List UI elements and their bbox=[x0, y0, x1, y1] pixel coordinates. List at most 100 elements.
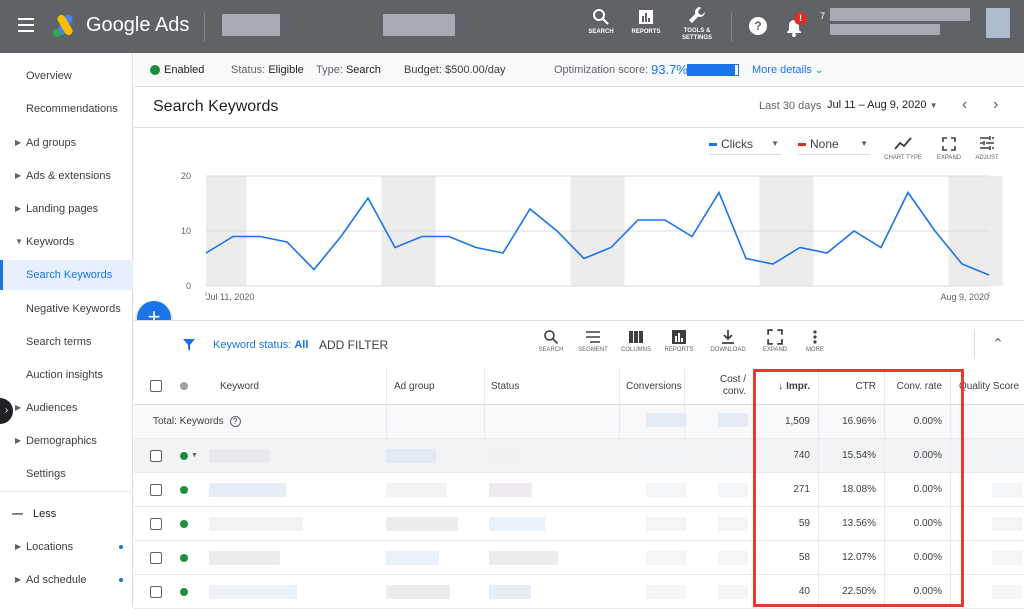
header-conversions[interactable]: Conversions bbox=[626, 368, 686, 404]
notification-badge: ! bbox=[794, 12, 807, 25]
table-row[interactable]: ▼74015.54%0.00% bbox=[134, 439, 1024, 473]
table-row[interactable]: 27118.08%0.00% bbox=[134, 473, 1024, 507]
toolbar-button-label: SEARCH bbox=[538, 347, 563, 353]
row-checkbox[interactable] bbox=[150, 450, 162, 462]
header-quality-score[interactable]: Quality Score bbox=[959, 368, 1024, 404]
search-button[interactable]: SEARCH bbox=[584, 8, 618, 35]
menu-icon[interactable] bbox=[18, 18, 34, 32]
row-checkbox[interactable] bbox=[150, 518, 162, 530]
sidebar-item-locations[interactable]: ▶Locations bbox=[0, 532, 133, 562]
keyword-status-filter[interactable]: Keyword status: All bbox=[213, 339, 308, 351]
row-checkbox[interactable] bbox=[150, 484, 162, 496]
enabled-label[interactable]: Enabled bbox=[164, 64, 204, 76]
date-range-picker[interactable]: Jul 11 – Aug 9, 2020 ▼ bbox=[827, 99, 937, 111]
notifications-button[interactable]: ! bbox=[785, 14, 807, 38]
sidebar-item-ads-extensions[interactable]: ▶Ads & extensions bbox=[0, 161, 133, 191]
sidebar-item-ad-schedule[interactable]: ▶Ad schedule bbox=[0, 565, 133, 595]
keyword-blurred[interactable] bbox=[209, 483, 286, 497]
toolbar-segment-button[interactable]: SEGMENT bbox=[573, 329, 613, 353]
sidebar-item-label: Settings bbox=[26, 468, 66, 480]
filter-icon[interactable] bbox=[182, 338, 196, 352]
toolbar-search-button[interactable]: SEARCH bbox=[531, 329, 571, 353]
type-value: Search bbox=[346, 64, 381, 76]
sidebar-item-label: Landing pages bbox=[26, 203, 98, 215]
ad-group-blurred[interactable] bbox=[386, 551, 439, 565]
caret-down-icon: ▼ bbox=[15, 227, 23, 257]
sidebar-item-demographics[interactable]: ▶Demographics bbox=[0, 426, 133, 456]
table-row[interactable]: 5812.07%0.00% bbox=[134, 541, 1024, 575]
sidebar-item-recommendations[interactable]: Recommendations bbox=[0, 94, 133, 124]
brand-title: Google Ads bbox=[86, 14, 189, 37]
header-status[interactable]: Status bbox=[491, 368, 581, 404]
help-icon[interactable]: ? bbox=[749, 17, 767, 35]
optimization-score-value[interactable]: 93.7% bbox=[651, 62, 688, 77]
toolbar-button-label: SEGMENT bbox=[578, 347, 608, 353]
toolbar-columns-button[interactable]: COLUMNS bbox=[616, 329, 656, 353]
conversions-blurred bbox=[646, 449, 686, 463]
avatar[interactable] bbox=[986, 8, 1010, 38]
toolbar-download-button[interactable]: DOWNLOAD bbox=[708, 329, 748, 353]
sidebar-item-overview[interactable]: Overview bbox=[0, 61, 133, 91]
header-cost-per-conv[interactable]: Cost /conv. bbox=[690, 368, 746, 404]
toolbar-more-button[interactable]: MORE bbox=[795, 329, 835, 353]
table-row[interactable]: 4022.50%0.00% bbox=[134, 575, 1024, 609]
budget-text[interactable]: Budget: $500.00/day bbox=[404, 64, 506, 76]
previous-period-icon[interactable]: ‹ bbox=[962, 96, 967, 114]
header-ad-group[interactable]: Ad group bbox=[394, 368, 484, 404]
table-row[interactable]: 5913.56%0.00% bbox=[134, 507, 1024, 541]
sidebar-item-audiences[interactable]: ▶Audiences bbox=[0, 393, 133, 423]
more-details-link[interactable]: More details ⌄ bbox=[752, 64, 823, 76]
sidebar-item-keywords[interactable]: ▼Keywords bbox=[0, 227, 133, 257]
enabled-status-icon[interactable] bbox=[180, 520, 188, 528]
sidebar-item-label: Audiences bbox=[26, 402, 77, 414]
keyword-blurred[interactable] bbox=[209, 585, 297, 599]
add-filter-button[interactable]: ADD FILTER bbox=[319, 338, 388, 352]
more-details-label: More details bbox=[752, 64, 812, 76]
header-keyword[interactable]: Keyword bbox=[220, 368, 380, 404]
table-toolbar: Keyword status: All ADD FILTER SEARCH SEG… bbox=[134, 320, 1024, 368]
header-ctr[interactable]: CTR bbox=[818, 368, 884, 404]
ad-group-blurred[interactable] bbox=[386, 449, 436, 463]
optimization-score-fill bbox=[688, 65, 735, 75]
sidebar-item-search-terms[interactable]: Search terms bbox=[0, 327, 133, 357]
sidebar-item-less[interactable]: —Less bbox=[0, 499, 133, 529]
ad-group-blurred[interactable] bbox=[386, 483, 447, 497]
sidebar-item-search-keywords[interactable]: Search Keywords bbox=[0, 260, 133, 290]
sidebar-item-settings[interactable]: Settings bbox=[0, 459, 133, 489]
tools-settings-button[interactable]: TOOLS & SETTINGS bbox=[676, 5, 718, 42]
sidebar-item-ad-groups[interactable]: ▶Ad groups bbox=[0, 128, 133, 158]
header-cost-per-conv-line1: Cost / bbox=[720, 374, 746, 386]
keyword-blurred[interactable] bbox=[209, 517, 303, 531]
google-ads-logo-icon[interactable] bbox=[52, 14, 78, 38]
help-circle-icon[interactable]: ? bbox=[230, 416, 241, 427]
header-conv-rate[interactable]: Conv. rate bbox=[884, 368, 950, 404]
dropdown-arrow-icon: ▼ bbox=[930, 101, 938, 110]
sidebar-item-negative-keywords[interactable]: Negative Keywords bbox=[0, 294, 133, 324]
header-impressions[interactable]: ↓Impr. bbox=[753, 368, 818, 404]
row-checkbox[interactable] bbox=[150, 586, 162, 598]
keyword-blurred[interactable] bbox=[209, 449, 269, 463]
date-range-value: Jul 11 – Aug 9, 2020 bbox=[827, 99, 927, 111]
row-checkbox[interactable] bbox=[150, 552, 162, 564]
keyword-blurred[interactable] bbox=[209, 551, 280, 565]
enabled-status-icon[interactable] bbox=[180, 588, 188, 596]
ad-group-blurred[interactable] bbox=[386, 585, 450, 599]
sidebar-item-landing-pages[interactable]: ▶Landing pages bbox=[0, 194, 133, 224]
enabled-status-icon[interactable] bbox=[180, 452, 188, 460]
toolbar-button-label: MORE bbox=[806, 347, 824, 353]
toolbar-expand-button[interactable]: EXPAND bbox=[755, 329, 795, 353]
enabled-status-icon[interactable] bbox=[180, 554, 188, 562]
collapse-chevron-icon[interactable]: ⌄ bbox=[992, 334, 1004, 351]
next-period-icon[interactable]: › bbox=[993, 96, 998, 114]
clicks-line-chart: 01020Jul 11, 2020Aug 9, 2020 bbox=[134, 128, 1024, 318]
enabled-status-icon[interactable] bbox=[180, 486, 188, 494]
ad-group-blurred[interactable] bbox=[386, 517, 458, 531]
reports-button[interactable]: REPORTS bbox=[628, 8, 664, 35]
x-end-label: Aug 9, 2020 bbox=[940, 292, 989, 302]
dropdown-arrow-icon[interactable]: ▼ bbox=[191, 452, 198, 459]
sidebar-item-auction-insights[interactable]: Auction insights bbox=[0, 360, 133, 390]
select-all-checkbox[interactable] bbox=[150, 380, 162, 392]
total-row: Total: Keywords? 1,509 16.96% 0.00% bbox=[134, 405, 1024, 439]
header-impressions-label: Impr. bbox=[786, 381, 810, 392]
toolbar-reports-button[interactable]: REPORTS bbox=[659, 329, 699, 353]
